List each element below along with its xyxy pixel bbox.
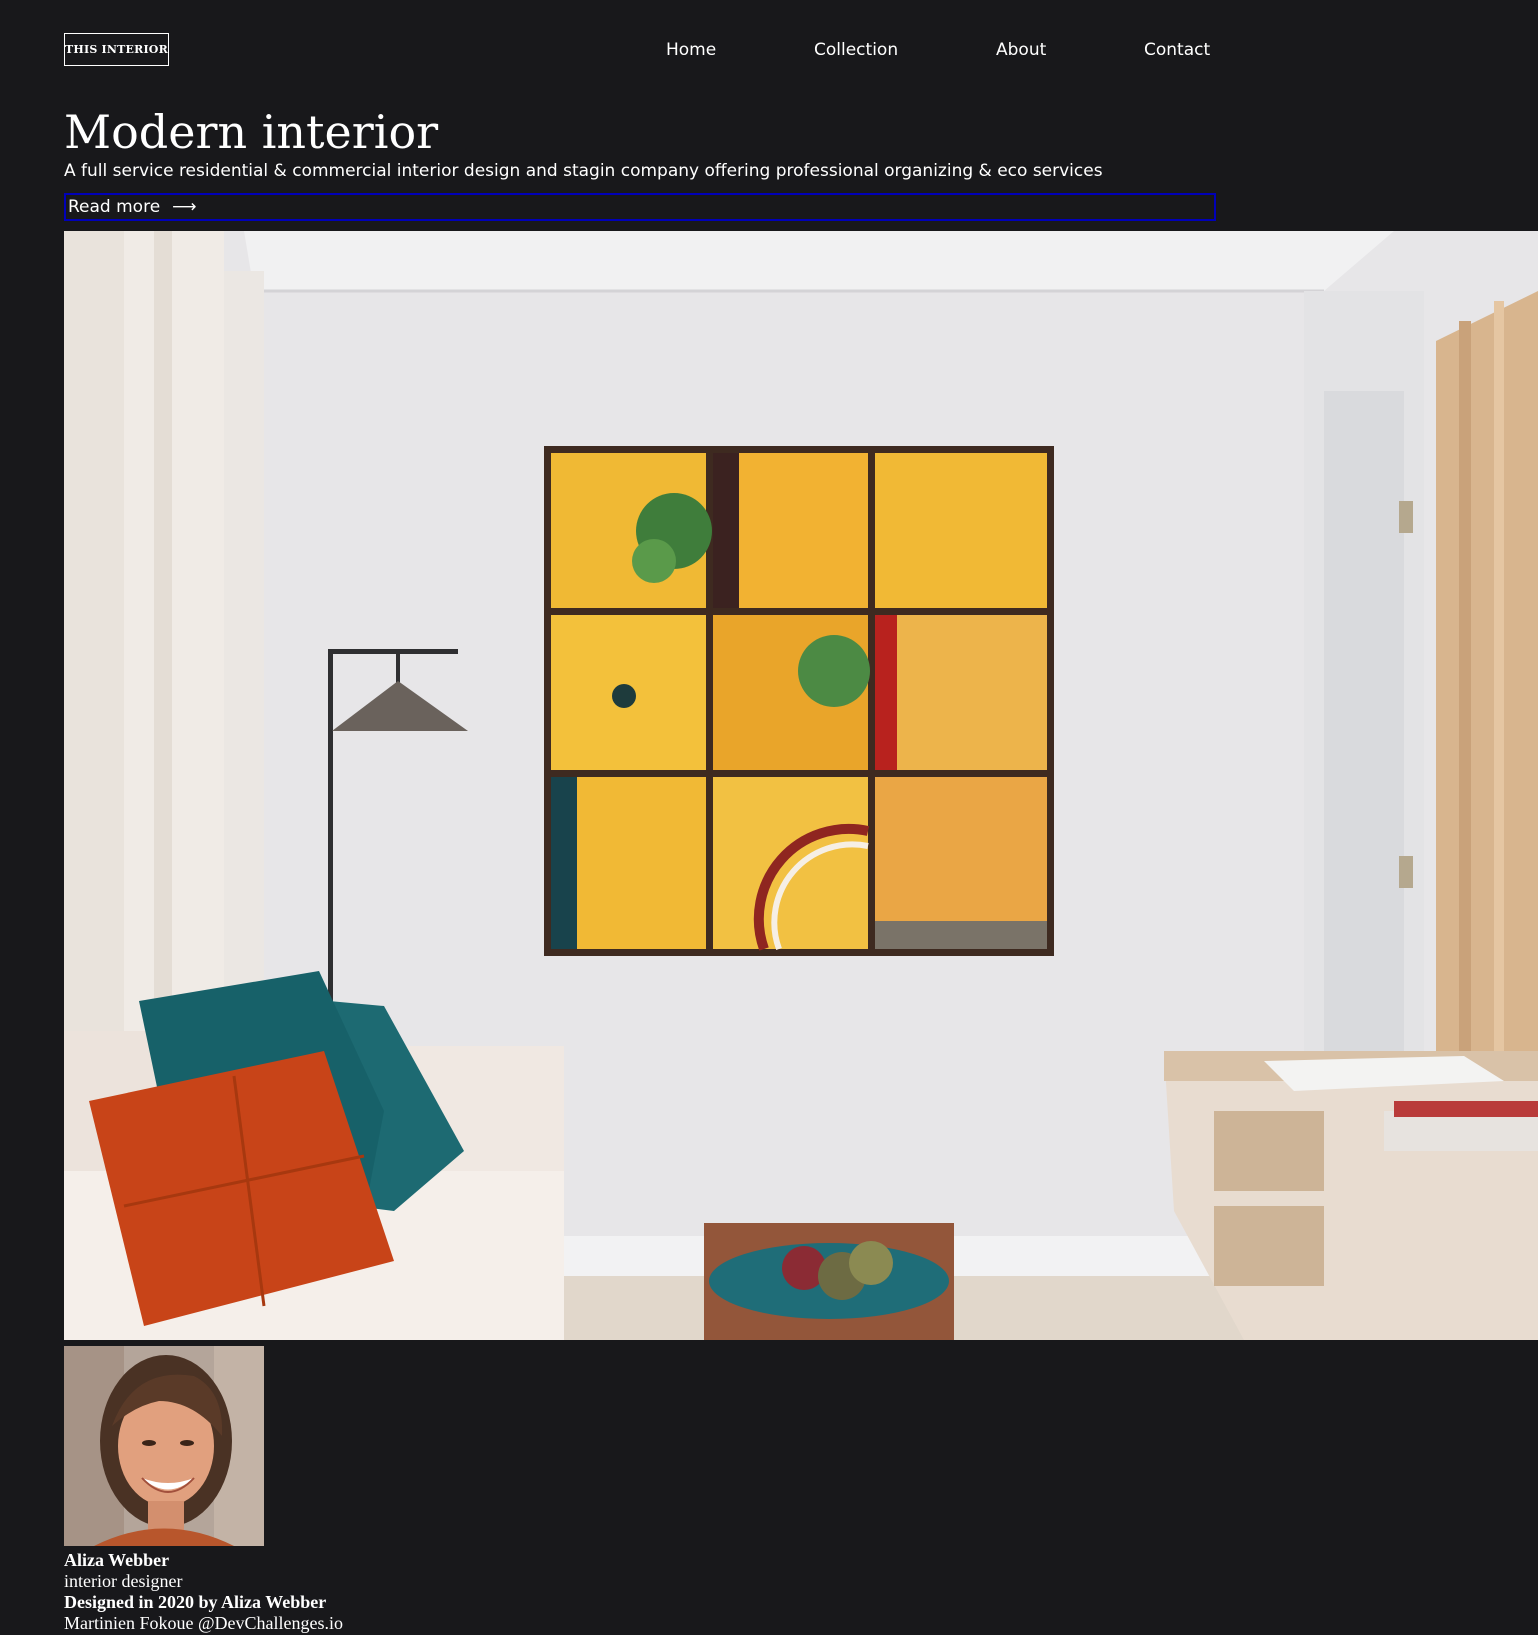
living-room-illustration bbox=[64, 231, 1538, 1340]
arrow-right-icon: ⟶ bbox=[172, 197, 197, 217]
designer-role: interior designer bbox=[64, 1571, 183, 1591]
nav-link-home[interactable]: Home bbox=[666, 37, 716, 63]
footer-author: Martinien Fokoue @DevChallenges.io bbox=[64, 1613, 344, 1633]
main-nav: Home Collection About Contact bbox=[0, 37, 1538, 63]
designer-name: Aliza Webber bbox=[64, 1550, 170, 1570]
hero-subtitle: A full service residential & commercial … bbox=[64, 161, 1103, 181]
nav-link-collection[interactable]: Collection bbox=[814, 37, 898, 63]
read-more-link[interactable]: Read more ⟶ bbox=[64, 193, 1216, 221]
nav-link-contact[interactable]: Contact bbox=[1144, 37, 1210, 63]
footer-credit: Designed in 2020 by Aliza Webber bbox=[64, 1592, 327, 1612]
living-room-photo bbox=[64, 231, 1538, 1340]
hero-title: Modern interior bbox=[64, 105, 439, 159]
portrait-illustration bbox=[64, 1346, 264, 1546]
nav-link-about[interactable]: About bbox=[996, 37, 1046, 63]
designer-portrait-photo bbox=[64, 1346, 264, 1546]
read-more-label: Read more bbox=[68, 197, 161, 217]
